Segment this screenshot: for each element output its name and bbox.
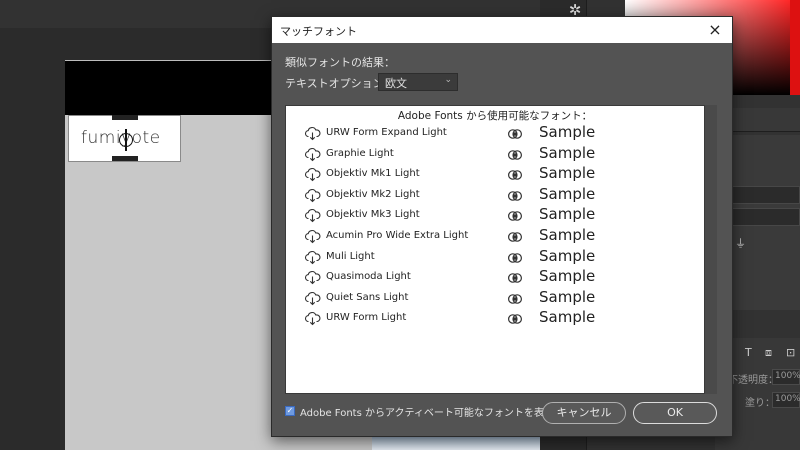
list-scrollbar[interactable] (705, 105, 717, 394)
close-icon[interactable]: × (704, 19, 726, 41)
similar-results-label: 類似フォントの結果： (285, 56, 395, 69)
font-row[interactable]: Graphie Light Sample (286, 143, 704, 165)
opacity-label: 不透明度： (728, 375, 778, 386)
font-sample: Sample (539, 246, 596, 265)
font-row[interactable]: Quiet Sans Light Sample (286, 287, 704, 309)
cancel-button[interactable]: キャンセル (542, 402, 626, 424)
font-name: URW Form Expand Light (326, 127, 447, 138)
logo-text-selection[interactable]: fumiyote (68, 115, 181, 162)
cloud-download-icon[interactable] (304, 187, 321, 203)
font-sample: Sample (539, 287, 596, 306)
font-sample: Sample (539, 226, 596, 244)
creative-cloud-icon (507, 188, 523, 204)
panel-input-1[interactable] (730, 186, 800, 204)
font-name: Objektiv Mk1 Light (326, 168, 420, 180)
font-row[interactable]: Objektiv Mk2 Light Sample (286, 184, 704, 206)
creative-cloud-icon (507, 167, 523, 183)
show-activatable-label: Adobe Fonts からアクティベート可能なフォントを表示 (300, 408, 554, 419)
cloud-download-icon[interactable] (304, 290, 321, 306)
creative-cloud-icon (507, 291, 523, 307)
cloud-download-icon[interactable] (304, 146, 321, 162)
font-row[interactable]: Objektiv Mk3 Light Sample (286, 205, 704, 226)
selection-handle-top[interactable] (112, 115, 138, 120)
crosshair-cursor-icon (119, 129, 133, 151)
font-name: Muli Light (326, 250, 375, 262)
font-sample: Sample (539, 143, 596, 162)
font-sample: Sample (539, 123, 596, 141)
creative-cloud-icon (507, 229, 523, 245)
font-sample: Sample (539, 267, 596, 286)
list-header: Adobe Fonts から使用可能なフォント： (397, 110, 593, 122)
cloud-download-icon[interactable] (304, 207, 321, 223)
font-row[interactable]: Muli Light Sample (286, 246, 704, 268)
font-name: Objektiv Mk3 Light (326, 209, 420, 221)
font-sample: Sample (539, 308, 596, 327)
cloud-download-icon[interactable] (304, 125, 321, 141)
text-option-select[interactable]: 欧文 ⌄ (378, 73, 458, 91)
font-row[interactable]: URW Form Expand Light Sample (286, 123, 704, 144)
creative-cloud-icon (507, 250, 523, 266)
ok-button[interactable]: OK (633, 402, 717, 424)
match-font-dialog: マッチフォント × 類似フォントの結果： テキストオプション： 欧文 ⌄ Ado… (271, 16, 733, 437)
cloud-download-icon[interactable] (304, 249, 321, 265)
dialog-title: マッチフォント (280, 25, 357, 38)
font-row[interactable]: Objektiv Mk1 Light Sample (286, 164, 704, 185)
font-row[interactable]: Quasimoda Light Sample (286, 267, 704, 288)
font-row[interactable]: Acumin Pro Wide Extra Light Sample (286, 226, 704, 247)
creative-cloud-icon (507, 126, 523, 142)
panel-input-2[interactable] (730, 208, 800, 226)
lock-icon[interactable]: ⊡ (786, 346, 795, 359)
font-sample: Sample (539, 164, 596, 183)
dialog-titlebar[interactable]: マッチフォント × (272, 17, 732, 43)
selection-handle-bottom[interactable] (112, 156, 138, 161)
font-results-list[interactable]: Adobe Fonts から使用可能なフォント： URW Form Expand… (285, 105, 705, 394)
show-activatable-checkbox[interactable]: ✓ (285, 406, 295, 416)
type-layer-icon[interactable]: T (745, 346, 752, 359)
font-name: Graphie Light (326, 147, 394, 159)
font-sample: Sample (539, 205, 596, 224)
creative-cloud-icon (507, 311, 523, 327)
creative-cloud-icon (507, 208, 523, 224)
font-name: Quiet Sans Light (326, 291, 409, 303)
cloud-download-icon[interactable] (304, 228, 321, 244)
creative-cloud-icon (507, 147, 523, 163)
transform-icon[interactable]: ⧈ (765, 346, 772, 360)
cloud-download-icon[interactable] (304, 310, 321, 326)
font-name: Acumin Pro Wide Extra Light (326, 230, 469, 241)
hue-slider[interactable] (790, 0, 800, 95)
creative-cloud-icon (507, 270, 523, 286)
font-name: URW Form Light (326, 312, 407, 324)
cloud-download-icon[interactable] (304, 166, 321, 182)
cloud-download-icon[interactable] (304, 269, 321, 285)
chevron-down-icon: ⌄ (444, 75, 452, 85)
fill-input[interactable]: 100% (772, 392, 800, 408)
align-icon[interactable]: ⏚ (735, 235, 746, 251)
font-name: Objektiv Mk2 Light (326, 188, 420, 200)
fill-label: 塗り： (745, 398, 775, 409)
font-name: Quasimoda Light (326, 271, 411, 283)
font-row[interactable]: URW Form Light Sample (286, 308, 704, 329)
font-sample: Sample (539, 184, 596, 203)
opacity-input[interactable]: 100% (772, 369, 800, 385)
